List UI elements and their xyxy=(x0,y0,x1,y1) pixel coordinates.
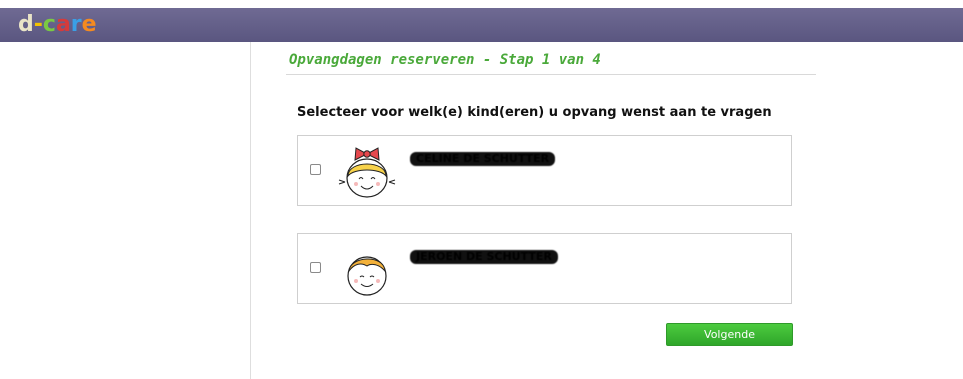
sidebar-divider xyxy=(250,42,251,379)
top-bar: d-care xyxy=(0,8,963,42)
dcare-logo[interactable]: d-care xyxy=(18,10,97,40)
logo-letter-dash: - xyxy=(33,12,43,37)
next-button[interactable]: Volgende xyxy=(666,323,793,346)
boy-face-icon xyxy=(347,256,387,296)
child-card[interactable]: JEROEN DE SCHUTTER xyxy=(297,233,792,304)
child-name: JEROEN DE SCHUTTER xyxy=(410,250,558,264)
page-title: Opvangdagen reserveren - Stap 1 van 4 xyxy=(289,52,601,68)
title-divider xyxy=(286,74,816,75)
logo-letter-e: e xyxy=(81,12,97,37)
girl-with-bow-icon xyxy=(338,147,396,198)
child-card[interactable]: CELINE DE SCHUTTER xyxy=(297,135,792,206)
child-name: CELINE DE SCHUTTER xyxy=(410,152,556,166)
logo-letter-c: c xyxy=(42,12,56,37)
logo-letter-r: r xyxy=(70,12,82,37)
logo-letter-d: d xyxy=(18,12,34,37)
child-select-checkbox[interactable] xyxy=(310,262,321,273)
instruction-text: Selecteer voor welk(e) kind(eren) u opva… xyxy=(297,105,772,120)
logo-letter-a: a xyxy=(55,12,71,37)
child-select-checkbox[interactable] xyxy=(310,164,321,175)
